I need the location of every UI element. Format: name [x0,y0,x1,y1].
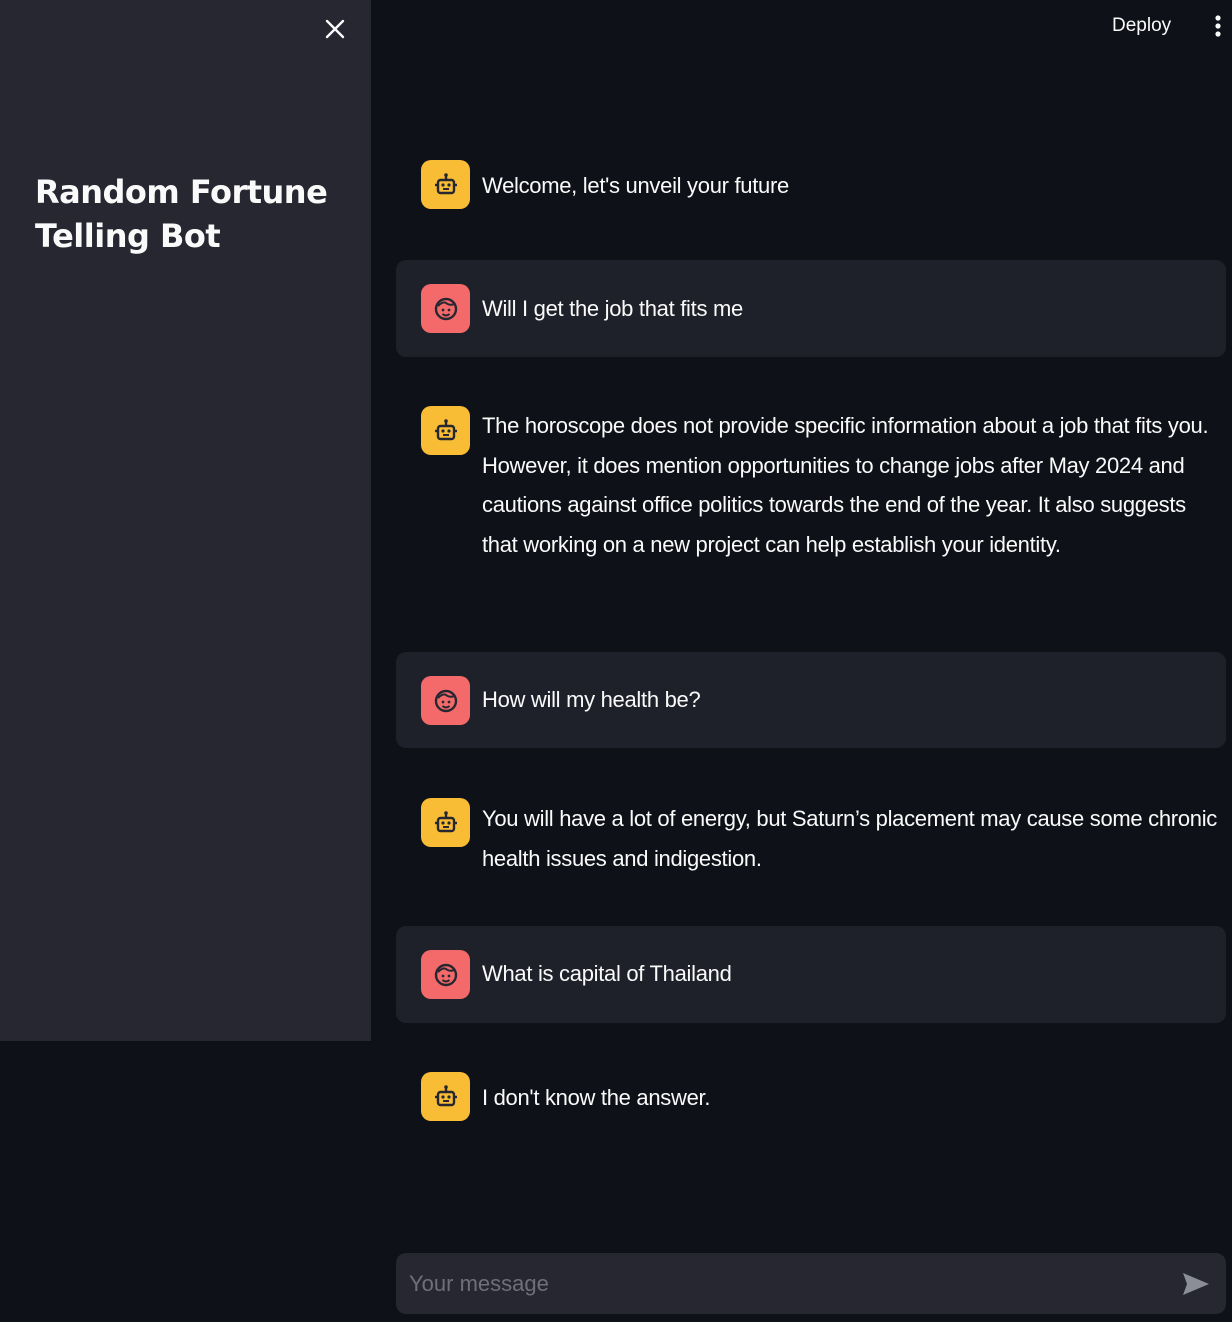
robot-icon [434,172,457,194]
message-text: The horoscope does not provide specific … [482,413,1209,557]
bot-avatar [421,798,470,847]
bot-avatar [421,160,470,209]
bot-avatar [421,406,470,455]
message-text: Will I get the job that fits me [482,296,743,321]
face-icon [434,297,457,320]
app-root: Random Fortune Telling Bot Deploy Welcom… [0,0,1232,1322]
chat-message-user: Will I get the job that fits me [396,260,1226,357]
message-text: I don't know the answer. [482,1085,711,1110]
message-text: Welcome, let's unveil your future [482,173,789,198]
face-icon [434,963,457,986]
user-avatar [421,950,470,999]
deploy-button[interactable]: Deploy [1100,10,1183,42]
face-icon [434,689,457,712]
robot-icon [434,418,457,440]
robot-icon [434,1084,457,1106]
chat-input-container [396,1253,1226,1314]
close-icon [325,19,345,39]
message-text: You will have a lot of energy, but Satur… [482,806,1217,871]
send-icon [1183,1273,1209,1295]
main-menu-button[interactable] [1206,10,1230,42]
chat-message-assistant: I don't know the answer. [396,1055,1226,1141]
more-vertical-icon [1215,15,1221,37]
user-avatar [421,284,470,333]
chat-message-assistant: You will have a lot of energy, but Satur… [396,780,1226,900]
message-text: What is capital of Thailand [482,961,732,986]
user-avatar [421,676,470,725]
sidebar-title: Random Fortune Telling Bot [35,173,328,255]
chat-message-user: How will my health be? [396,652,1226,748]
close-sidebar-button[interactable] [320,14,350,44]
message-text: How will my health be? [482,687,701,712]
bot-avatar [421,1072,470,1121]
chat-message-input[interactable] [396,1253,1156,1314]
robot-icon [434,810,457,832]
chat-message-assistant: Welcome, let's unveil your future [396,143,1226,229]
sidebar: Random Fortune Telling Bot [0,0,371,1041]
chat-message-user: What is capital of Thailand [396,926,1226,1023]
send-button[interactable] [1180,1268,1212,1300]
chat-message-assistant: The horoscope does not provide specific … [396,388,1226,618]
